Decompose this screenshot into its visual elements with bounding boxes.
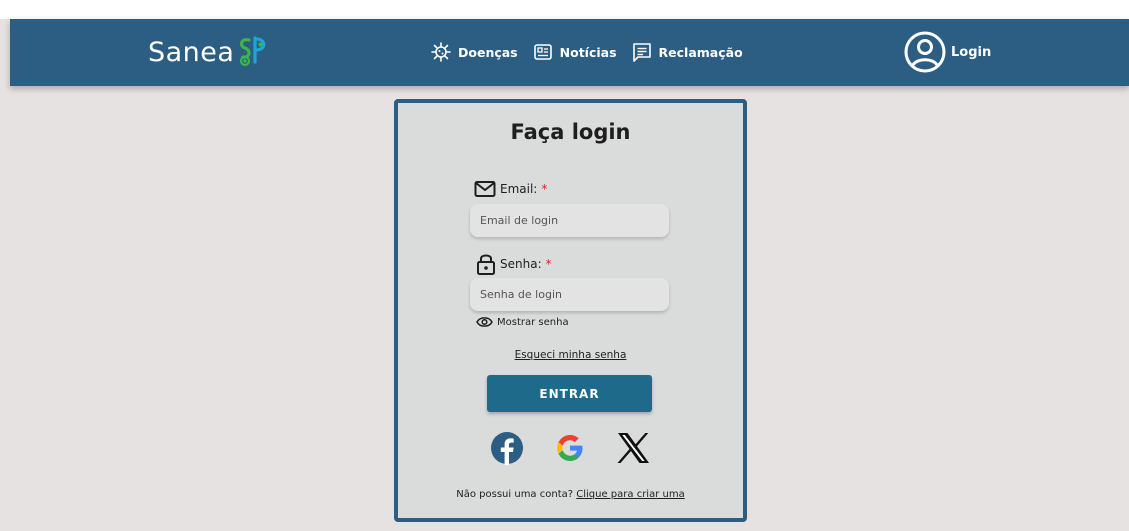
eye-icon xyxy=(476,317,493,327)
nav-label-doencas: Doenças xyxy=(458,44,518,60)
facebook-login-button[interactable] xyxy=(490,431,524,465)
email-required-mark: * xyxy=(541,182,548,196)
login-card: Faça login Email: * Senha: * Mostrar sen… xyxy=(394,99,747,522)
logo-sp-mark xyxy=(235,34,271,70)
email-label-text: Email: xyxy=(500,182,538,196)
user-avatar-icon xyxy=(904,31,946,73)
no-account-text: Não possui uma conta? xyxy=(456,489,574,500)
show-password-label: Mostrar senha xyxy=(497,316,569,328)
nav-label-noticias: Notícias xyxy=(559,44,617,60)
password-required-mark: * xyxy=(545,257,552,271)
nav-label-reclamacao: Reclamação xyxy=(658,44,743,60)
nav-item-doencas[interactable]: Doenças xyxy=(430,41,518,63)
lock-icon xyxy=(477,254,495,275)
login-nav-label: Login xyxy=(951,44,992,60)
social-login-group xyxy=(490,430,650,466)
login-submit-button[interactable]: ENTRAR xyxy=(487,375,652,412)
signup-link[interactable]: Clique para criar uma xyxy=(576,489,684,500)
login-nav-button[interactable]: Login xyxy=(902,29,991,75)
x-login-button[interactable] xyxy=(616,432,650,464)
email-label: Email: * xyxy=(474,180,547,198)
show-password-toggle[interactable]: Mostrar senha xyxy=(476,316,569,328)
page-title: Faça login xyxy=(510,120,631,144)
logo-text: Sanea xyxy=(148,36,235,68)
complaint-icon xyxy=(632,43,651,62)
nav-item-noticias[interactable]: Notícias xyxy=(532,41,617,63)
main-nav: Doenças Notícias Reclamação xyxy=(430,37,743,67)
nav-item-reclamacao[interactable]: Reclamação xyxy=(631,41,743,63)
email-field[interactable] xyxy=(470,204,669,237)
password-label: Senha: * xyxy=(476,252,552,276)
logo[interactable]: Sanea xyxy=(148,30,271,74)
virus-icon xyxy=(431,42,451,62)
x-icon xyxy=(617,433,649,463)
facebook-icon xyxy=(491,432,523,465)
forgot-password-link[interactable]: Esqueci minha senha xyxy=(398,349,743,361)
password-label-text: Senha: xyxy=(500,257,542,271)
top-strip xyxy=(0,0,1129,19)
news-icon xyxy=(533,44,552,60)
password-field[interactable] xyxy=(470,278,669,311)
signup-prompt: Não possui uma conta? Clique para criar … xyxy=(398,489,743,500)
google-login-button[interactable] xyxy=(555,433,585,463)
mail-icon xyxy=(474,181,496,197)
navbar: Sanea Doenças Notícias Reclamação Login xyxy=(10,19,1129,86)
logo-sp-icon xyxy=(240,36,266,67)
google-icon xyxy=(557,435,583,461)
